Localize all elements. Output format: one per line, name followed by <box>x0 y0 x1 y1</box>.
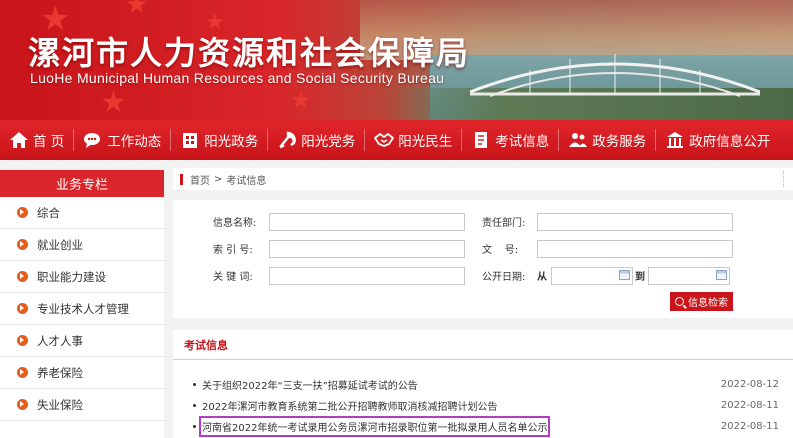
arrow-bullet-icon <box>17 303 28 314</box>
sidebar-item-pension[interactable]: 养老保险 <box>0 357 164 389</box>
home-icon <box>10 132 28 148</box>
info-name-label: 信息名称: <box>213 218 257 229</box>
sidebar-item-personnel[interactable]: 人才人事 <box>0 325 164 357</box>
nav-work-news[interactable]: 工作动态 <box>74 120 170 160</box>
site-title: 漯河市人力资源和社会保障局 <box>28 34 471 72</box>
sidebar-item-label: 失业保险 <box>37 397 83 412</box>
nav-label: 工作动态 <box>107 134 162 150</box>
arrow-bullet-icon <box>17 239 28 250</box>
nav-label: 考试信息 <box>495 134 550 150</box>
sidebar-item-technical-talent[interactable]: 专业技术人才管理 <box>0 293 164 325</box>
breadcrumb-divider <box>783 171 785 187</box>
list-item[interactable]: 河南省2022年统一考试录用公务员漯河市招录职位第一批拟录用人员名单公示 202… <box>173 416 793 437</box>
bullet-icon <box>193 425 196 428</box>
arrow-bullet-icon <box>17 271 28 282</box>
bullet-icon <box>193 383 196 386</box>
list-item-date: 2022-08-12 <box>720 379 779 390</box>
site-subtitle: LuoHe Municipal Human Resources and Soci… <box>30 70 445 86</box>
sidebar-item-employment[interactable]: 就业创业 <box>0 229 164 261</box>
nav-open-government[interactable]: 阳光政务 <box>171 120 267 160</box>
sidebar-item-general[interactable]: 综合 <box>0 197 164 229</box>
list-item-title[interactable]: 2022年漯河市教育系统第二批公开招聘教师取消核减招聘计划公告 <box>202 398 497 413</box>
building-icon <box>183 133 198 148</box>
sidebar-title: 业务专栏 <box>0 170 164 197</box>
department-input[interactable] <box>537 213 733 231</box>
sidebar-item-label: 养老保险 <box>37 365 83 380</box>
info-search-button[interactable]: 信息检索 <box>670 292 733 311</box>
info-name-input[interactable] <box>269 213 465 231</box>
nav-label: 阳光政务 <box>204 134 259 150</box>
exam-info-panel: 考试信息 关于组织2022年“三支一扶”招募延试考试的公告 2022-08-12… <box>173 330 793 438</box>
document-number-label: 文 号: <box>482 245 519 256</box>
arrow-bullet-icon <box>17 367 28 378</box>
party-emblem-icon <box>279 131 297 149</box>
header-banner: ★ ★ ★ ★ ★ 漯河市人力资源和社会保障局 LuoHe Municipal … <box>0 0 793 120</box>
breadcrumb-separator: > <box>214 173 223 185</box>
arrow-bullet-icon <box>17 335 28 346</box>
nav-label: 阳光民生 <box>398 134 453 150</box>
sidebar-item-label: 综合 <box>37 205 60 220</box>
breadcrumb: 首页 > 考试信息 <box>173 168 793 190</box>
document-number-input[interactable] <box>537 240 733 258</box>
list-item[interactable]: 关于组织2022年“三支一扶”招募延试考试的公告 2022-08-12 <box>173 374 793 395</box>
keyword-input[interactable] <box>269 267 465 285</box>
breadcrumb-current: 考试信息 <box>226 175 267 187</box>
nav-home[interactable]: 首 页 <box>0 120 73 160</box>
list-item-date: 2022-08-11 <box>720 421 779 432</box>
nav-label: 政府信息公开 <box>689 134 771 150</box>
star-icon: ★ <box>100 85 127 120</box>
star-icon: ★ <box>125 0 149 20</box>
date-from-label: 从 <box>537 272 547 283</box>
arrow-bullet-icon <box>17 207 28 218</box>
government-building-icon <box>667 132 684 148</box>
breadcrumb-home[interactable]: 首页 <box>190 172 210 187</box>
sidebar-item-label: 人才人事 <box>37 333 83 348</box>
nav-label: 首 页 <box>33 134 65 150</box>
publish-date-label: 公开日期: <box>482 272 526 283</box>
people-icon <box>569 133 588 147</box>
chat-bubble-icon <box>84 133 101 148</box>
business-sidebar: 业务专栏 综合 就业创业 职业能力建设 专业技术人才管理 人才人事 养老保险 失… <box>0 170 164 438</box>
nav-label: 政务服务 <box>592 134 647 150</box>
arrow-bullet-icon <box>17 399 28 410</box>
exam-info-list: 关于组织2022年“三支一扶”招募延试考试的公告 2022-08-12 2022… <box>173 360 793 437</box>
date-to-label: 到 <box>635 272 645 283</box>
handshake-icon <box>374 132 395 147</box>
date-from-picker[interactable] <box>551 267 633 285</box>
department-label: 责任部门: <box>482 218 526 229</box>
search-button-label: 信息检索 <box>688 298 728 309</box>
index-number-input[interactable] <box>269 240 465 258</box>
list-item-title[interactable]: 河南省2022年统一考试录用公务员漯河市招录职位第一批拟录用人员名单公示 <box>198 416 551 437</box>
breadcrumb-marker <box>180 173 183 185</box>
banner-bridge-image <box>470 54 760 97</box>
sidebar-item-vocational-skills[interactable]: 职业能力建设 <box>0 261 164 293</box>
nav-open-party-affairs[interactable]: 阳光党务 <box>268 120 364 160</box>
keyword-label: 关 键 词: <box>213 272 253 283</box>
sidebar-item-label: 专业技术人才管理 <box>37 301 129 316</box>
list-item[interactable]: 2022年漯河市教育系统第二批公开招聘教师取消核减招聘计划公告 2022-08-… <box>173 395 793 416</box>
nav-livelihood[interactable]: 阳光民生 <box>365 120 461 160</box>
sidebar-item-label: 就业创业 <box>37 237 83 252</box>
star-icon: ★ <box>290 86 312 114</box>
sidebar-item-label: 职业能力建设 <box>37 269 106 284</box>
document-icon <box>475 132 488 148</box>
calendar-icon[interactable] <box>716 270 727 280</box>
nav-exam-info[interactable]: 考试信息 <box>462 120 558 160</box>
sidebar-list: 综合 就业创业 职业能力建设 专业技术人才管理 人才人事 养老保险 失业保险 <box>0 197 164 421</box>
main-nav: 首 页 工作动态 阳光政务 阳光党务 阳光民生 考试信息 政务服务 政府信息公开 <box>0 120 793 160</box>
date-to-picker[interactable] <box>648 267 730 285</box>
nav-label: 阳光党务 <box>301 134 356 150</box>
nav-gov-info-disclosure[interactable]: 政府信息公开 <box>656 120 779 160</box>
exam-info-title: 考试信息 <box>173 330 793 360</box>
info-search-form: 信息名称: 责任部门: 索 引 号: 文 号: 关 键 词: 公开日期: 从 到… <box>173 200 793 318</box>
bullet-icon <box>193 404 196 407</box>
index-number-label: 索 引 号: <box>213 245 253 256</box>
search-icon <box>675 297 684 306</box>
list-item-date: 2022-08-11 <box>720 400 779 411</box>
nav-government-services[interactable]: 政务服务 <box>559 120 655 160</box>
list-item-title[interactable]: 关于组织2022年“三支一扶”招募延试考试的公告 <box>202 377 418 392</box>
calendar-icon[interactable] <box>619 270 630 280</box>
sidebar-item-unemployment[interactable]: 失业保险 <box>0 389 164 421</box>
